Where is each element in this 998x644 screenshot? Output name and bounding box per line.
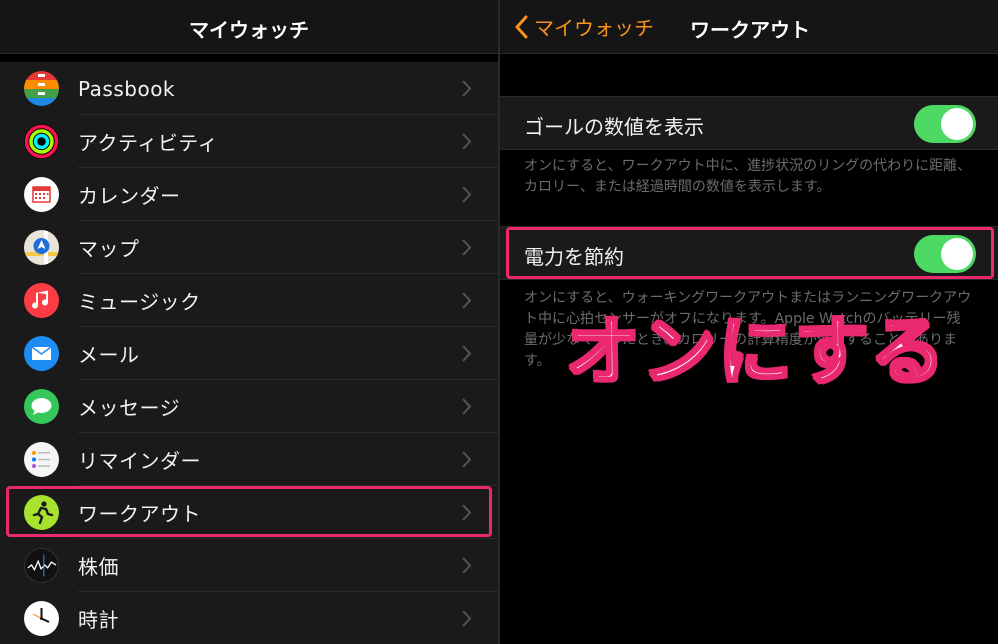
list-item-label: Passbook [78, 76, 176, 101]
list-item-music[interactable]: ミュージック [0, 274, 498, 327]
chevron-right-icon [462, 186, 472, 203]
maps-icon [24, 230, 59, 265]
list-item-maps[interactable]: マップ [0, 221, 498, 274]
app-list: Passbook アクティビティ カレンダー マップ ミュージック メール メッ… [0, 62, 498, 644]
page-title: ワークアウト [690, 18, 810, 42]
goal-setting-note: オンにすると、ワークアウト中に、進捗状況のリングの代わりに距離、カロリー、または… [524, 158, 972, 195]
list-item-label: ミュージック [78, 290, 201, 314]
list-item-label: マップ [78, 237, 140, 261]
list-item-calendar[interactable]: カレンダー [0, 168, 498, 221]
goal-toggle[interactable] [914, 105, 976, 143]
calendar-icon [24, 177, 59, 212]
stocks-icon [24, 548, 59, 583]
activity-icon [24, 124, 59, 159]
reminders-icon [24, 442, 59, 477]
chevron-right-icon [462, 133, 472, 150]
chevron-right-icon [462, 239, 472, 256]
left-navbar: マイウォッチ [0, 0, 498, 54]
list-item-clock[interactable]: 時計 [0, 592, 498, 644]
list-item-label: リマインダー [78, 449, 201, 473]
music-icon [24, 283, 59, 318]
list-item-mail[interactable]: メール [0, 327, 498, 380]
list-item-stocks[interactable]: 株価 [0, 539, 498, 592]
clock-icon [24, 601, 59, 636]
back-label: マイウォッチ [534, 16, 654, 40]
chevron-right-icon [462, 451, 472, 468]
chevron-right-icon [462, 345, 472, 362]
goal-setting-row: ゴールの数値を表示 [500, 96, 998, 150]
mail-icon [24, 336, 59, 371]
chevron-right-icon [462, 610, 472, 627]
passbook-icon [24, 71, 59, 106]
back-button[interactable]: マイウォッチ [514, 12, 654, 41]
list-item-label: 時計 [78, 608, 119, 632]
list-item-label: メッセージ [78, 396, 181, 420]
chevron-right-icon [462, 398, 472, 415]
list-item-label: 株価 [78, 555, 119, 579]
list-item-label: アクティビティ [78, 131, 219, 155]
list-item-messages[interactable]: メッセージ [0, 380, 498, 433]
settings-list-pane: マイウォッチ Passbook アクティビティ カレンダー マップ ミュージック… [0, 0, 498, 644]
chevron-right-icon [462, 292, 472, 309]
goal-setting-label: ゴールの数値を表示 [524, 115, 704, 139]
highlight-power-row [506, 227, 994, 279]
toggle-knob [941, 108, 973, 140]
page-title: マイウォッチ [189, 18, 309, 42]
annotation-caption: オンにする [565, 308, 947, 397]
list-item-reminders[interactable]: リマインダー [0, 433, 498, 486]
chevron-right-icon [462, 557, 472, 574]
right-navbar: マイウォッチ ワークアウト [500, 0, 998, 54]
chevron-left-icon [515, 15, 528, 38]
list-item-label: カレンダー [78, 184, 181, 208]
list-item-label: メール [78, 343, 140, 367]
list-item-activity[interactable]: アクティビティ [0, 115, 498, 168]
list-item-passbook[interactable]: Passbook [0, 62, 498, 115]
highlight-workout-row [6, 486, 492, 537]
messages-icon [24, 389, 59, 424]
chevron-right-icon [462, 80, 472, 97]
